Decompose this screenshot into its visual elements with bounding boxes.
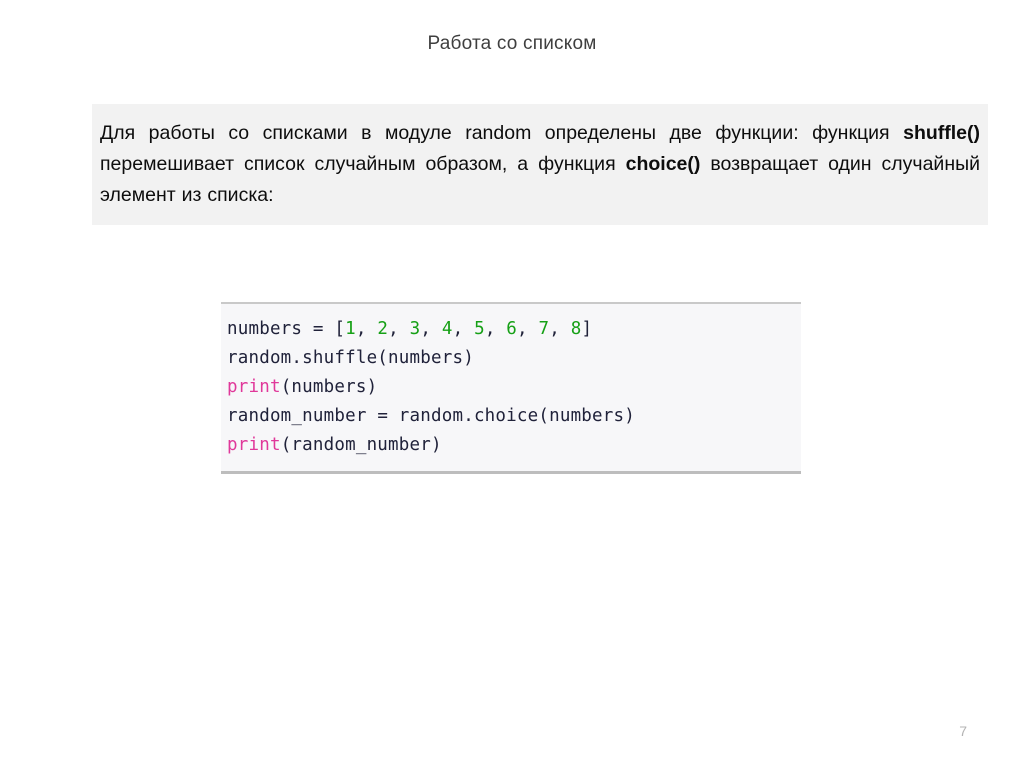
code-line: print(random_number)	[227, 431, 801, 460]
code-lines: numbers = [1, 2, 3, 4, 5, 6, 7, 8] random…	[227, 315, 801, 460]
description-segment-2: перемешивает список случайным образом, а…	[100, 153, 626, 175]
code-token-builtin: print	[227, 377, 281, 397]
code-token-punct: ,	[517, 319, 539, 339]
code-token-punct: ,	[549, 319, 571, 339]
code-token-punct: ,	[388, 319, 410, 339]
code-token-num: 5	[474, 319, 485, 339]
code-token-name: (numbers)	[280, 377, 378, 397]
code-token-name: random_number	[227, 406, 378, 426]
code-token-num: 8	[570, 319, 582, 339]
code-token-punct: [	[334, 319, 346, 339]
code-token-punct: ,	[452, 319, 475, 339]
description-segment-1: Для работы со списками в модуле random о…	[100, 122, 904, 144]
code-token-name: (random_number)	[280, 435, 442, 455]
code-token-name: numbers	[227, 319, 313, 339]
code-token-punct: ,	[355, 319, 378, 339]
code-token-num: 2	[377, 319, 389, 339]
function-name-choice: choice()	[625, 153, 701, 175]
code-line: random.shuffle(numbers)	[227, 344, 801, 373]
page-number: 7	[959, 723, 967, 739]
code-line: numbers = [1, 2, 3, 4, 5, 6, 7, 8]	[227, 315, 801, 344]
function-name-shuffle: shuffle()	[903, 122, 980, 144]
code-token-name: random.choice(numbers)	[398, 406, 635, 426]
code-token-num: 3	[409, 319, 421, 339]
code-token-num: 1	[345, 319, 356, 339]
code-block: numbers = [1, 2, 3, 4, 5, 6, 7, 8] random…	[221, 302, 801, 474]
code-token-name: random.shuffle(numbers)	[227, 348, 474, 368]
description-text: Для работы со списками в модуле random о…	[100, 118, 980, 211]
code-token-punct: ,	[484, 319, 507, 339]
code-token-builtin: print	[227, 435, 281, 455]
description-block: Для работы со списками в модуле random о…	[92, 104, 988, 225]
code-token-num: 7	[538, 319, 550, 339]
code-token-punct: ,	[420, 319, 442, 339]
code-token-punct: ]	[581, 319, 593, 339]
code-token-num: 4	[441, 319, 453, 339]
code-line: random_number = random.choice(numbers)	[227, 402, 801, 431]
code-token-op: =	[377, 406, 399, 426]
code-token-num: 6	[506, 319, 518, 339]
code-line: print(numbers)	[227, 373, 801, 402]
page-title: Работа со списком	[427, 33, 597, 54]
code-token-op: =	[312, 319, 335, 339]
slide: Работа со списком Для работы со списками…	[0, 0, 1024, 767]
